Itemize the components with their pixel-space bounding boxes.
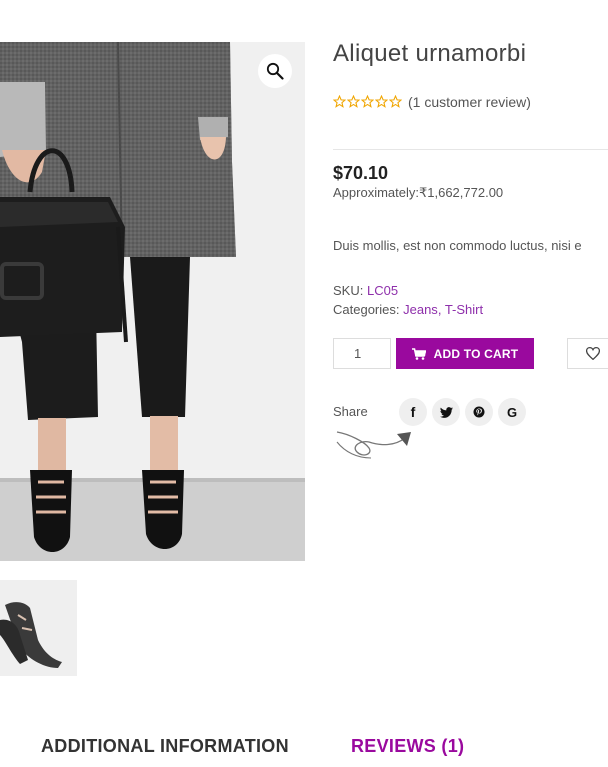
magnifier-icon bbox=[266, 62, 284, 80]
share-pinterest-button[interactable] bbox=[465, 398, 493, 426]
heart-icon bbox=[586, 347, 600, 360]
category-link-tshirt[interactable]: T-Shirt bbox=[445, 302, 483, 317]
star-rating bbox=[333, 95, 402, 108]
tab-additional-information[interactable]: ADDITIONAL INFORMATION bbox=[41, 736, 289, 757]
star-icon bbox=[361, 95, 374, 108]
pinterest-icon bbox=[473, 406, 485, 418]
add-to-cart-label: ADD TO CART bbox=[433, 346, 519, 361]
divider bbox=[333, 149, 608, 150]
wishlist-button[interactable] bbox=[567, 338, 608, 369]
sku-label: SKU: bbox=[333, 283, 364, 298]
star-icon bbox=[375, 95, 388, 108]
category-link-jeans[interactable]: Jeans bbox=[403, 302, 438, 317]
approximate-price: Approximately:₹1,662,772.00 bbox=[333, 185, 504, 200]
twitter-icon bbox=[439, 406, 453, 418]
share-facebook-button[interactable]: f bbox=[399, 398, 427, 426]
sku-line: SKU: LC05 bbox=[333, 283, 398, 298]
add-to-cart-button[interactable]: ADD TO CART bbox=[396, 338, 534, 369]
cart-icon bbox=[411, 347, 426, 360]
facebook-icon: f bbox=[410, 404, 416, 420]
arrow-doodle-icon bbox=[336, 431, 411, 459]
quantity-input[interactable] bbox=[333, 338, 391, 369]
product-description: Duis mollis, est non commodo luctus, nis… bbox=[333, 238, 582, 253]
star-icon bbox=[333, 95, 346, 108]
share-twitter-button[interactable] bbox=[432, 398, 460, 426]
category-separator: , bbox=[437, 302, 442, 317]
categories-line: Categories: Jeans, T-Shirt bbox=[333, 302, 483, 317]
star-icon bbox=[347, 95, 360, 108]
share-google-button[interactable]: G bbox=[498, 398, 526, 426]
tab-reviews[interactable]: REVIEWS (1) bbox=[351, 736, 464, 757]
zoom-button[interactable] bbox=[258, 54, 292, 88]
categories-label: Categories: bbox=[333, 302, 400, 317]
share-label: Share bbox=[333, 404, 368, 419]
product-price: $70.10 bbox=[333, 163, 389, 183]
product-main-image[interactable] bbox=[0, 42, 305, 561]
google-icon: G bbox=[506, 404, 518, 420]
star-icon bbox=[389, 95, 402, 108]
customer-review-link[interactable]: (1 customer review) bbox=[408, 94, 531, 110]
product-thumbnail[interactable] bbox=[0, 580, 77, 676]
product-title: Aliquet urnamorbi bbox=[333, 40, 527, 67]
sku-value: LC05 bbox=[366, 283, 399, 298]
